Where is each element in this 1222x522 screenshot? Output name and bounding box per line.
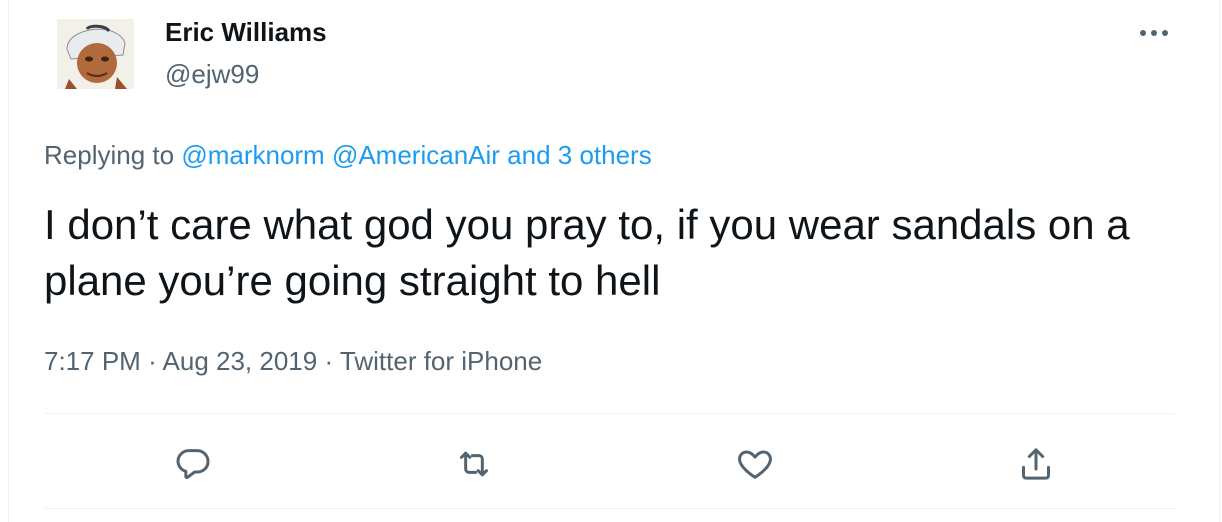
action-bar [9, 430, 1221, 490]
tweet-source[interactable]: Twitter for iPhone [340, 346, 542, 376]
retweet-button[interactable] [452, 442, 496, 486]
tweet-time[interactable]: 7:17 PM [44, 346, 141, 376]
more-icon [1139, 29, 1169, 37]
share-icon [1016, 444, 1056, 484]
retweet-icon [454, 444, 494, 484]
like-button[interactable] [733, 442, 777, 486]
replying-to: Replying to @marknorm @AmericanAir and 3… [44, 140, 652, 171]
reply-button[interactable] [171, 442, 215, 486]
share-button[interactable] [1014, 442, 1058, 486]
reply-icon [173, 444, 213, 484]
tweet-card: Eric Williams @ejw99 Replying to @markno… [8, 0, 1220, 522]
author-handle[interactable]: @ejw99 [165, 59, 259, 90]
tweet-meta: 7:17 PM · Aug 23, 2019 · Twitter for iPh… [44, 346, 542, 377]
replying-prefix: Replying to [44, 140, 175, 170]
tweet-date[interactable]: Aug 23, 2019 [163, 346, 318, 376]
meta-separator: · [324, 346, 334, 376]
meta-separator: · [148, 346, 157, 376]
author-name[interactable]: Eric Williams [165, 17, 327, 48]
divider [44, 508, 1175, 509]
more-button[interactable] [1134, 22, 1174, 44]
like-icon [735, 444, 775, 484]
divider [44, 413, 1175, 414]
tweet-text: I don’t care what god you pray to, if yo… [44, 201, 1130, 304]
avatar[interactable] [57, 19, 134, 89]
replying-to-link[interactable]: @marknorm @AmericanAir and 3 others [181, 140, 651, 170]
